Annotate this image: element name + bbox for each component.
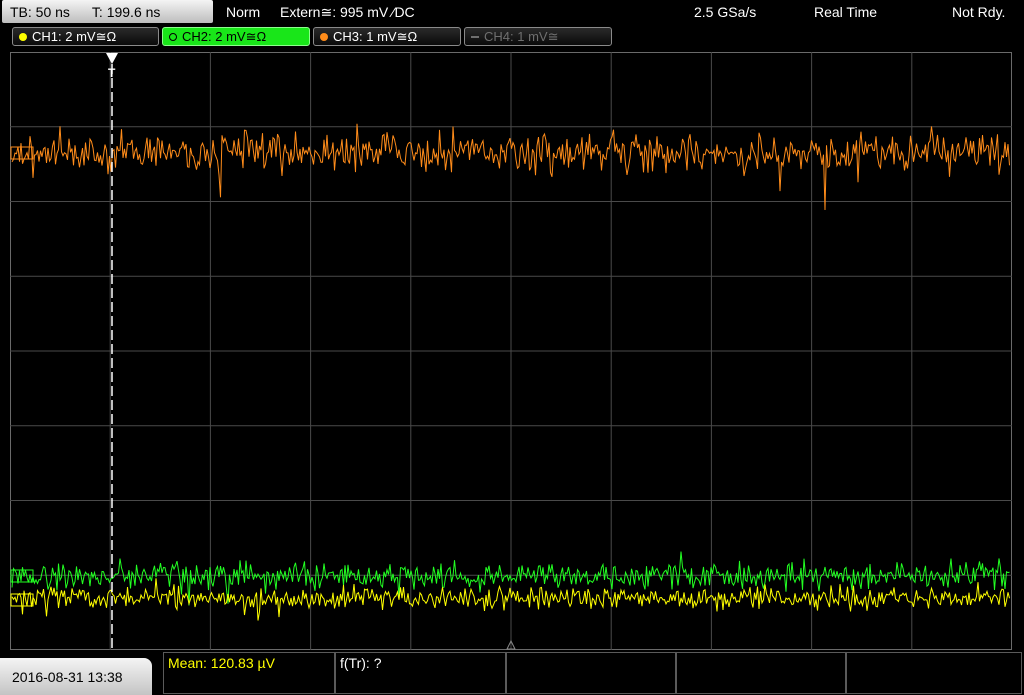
measurement-cell-empty-3[interactable] [846,652,1022,694]
trigger-position-label: T [108,66,116,80]
waveform-canvas: T [10,52,1012,650]
frequency-measurement: f(Tr): ? [340,655,382,671]
datetime-label: 2016-08-31 13:38 [12,668,123,685]
measurement-cell-frequency[interactable]: f(Tr): ? [335,652,506,694]
measurement-cell-empty-2[interactable] [676,652,846,694]
trigger-position-marker-icon[interactable] [106,53,118,64]
measurement-cell-empty-1[interactable] [506,652,676,694]
mean-measurement: Mean: 120.83 µV [168,655,275,671]
measurement-cell-mean[interactable]: Mean: 120.83 µV [163,652,335,694]
datetime-box[interactable]: 2016-08-31 13:38 [0,658,152,695]
bottom-bar: 2016-08-31 13:38 Mean: 120.83 µV f(Tr): … [0,652,1024,695]
